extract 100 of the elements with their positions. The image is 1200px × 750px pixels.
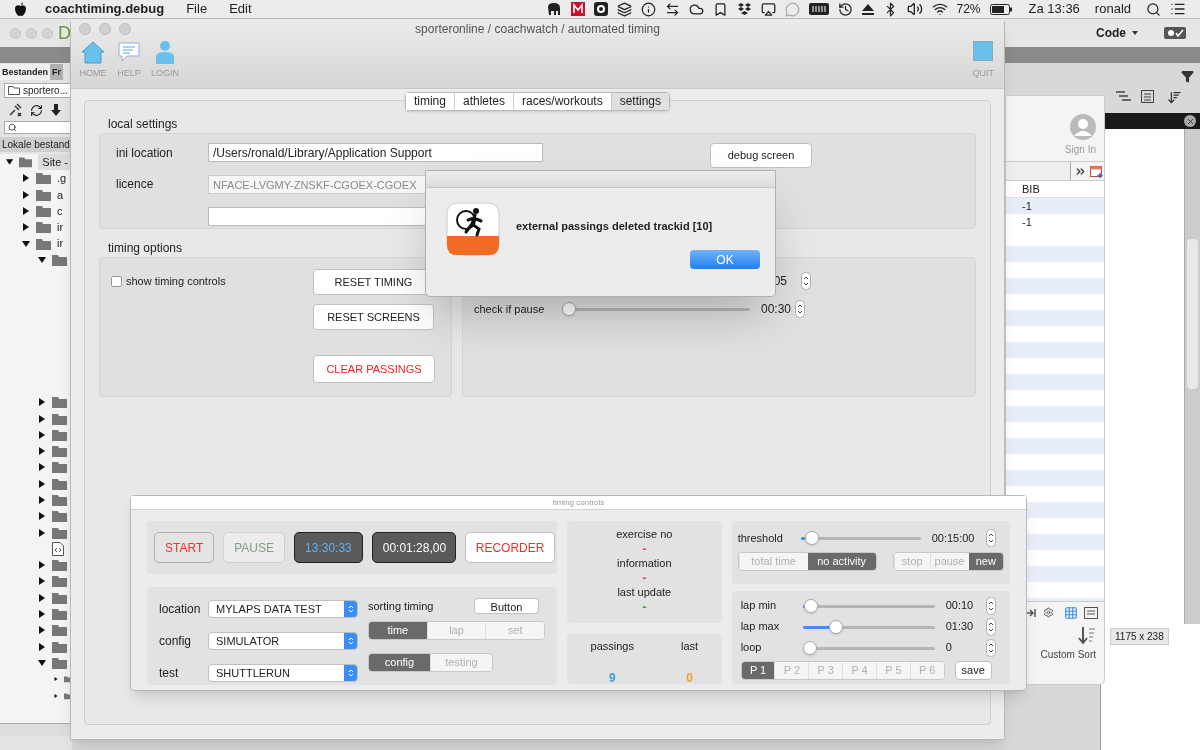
airplay-icon[interactable]	[760, 1, 776, 17]
panel-tab[interactable]: Bestanden	[0, 64, 50, 80]
slider-thumb[interactable]	[802, 640, 817, 655]
stepper-icon[interactable]	[801, 272, 811, 290]
generic-button[interactable]: Button	[474, 598, 539, 614]
cloud-icon[interactable]	[688, 1, 704, 17]
tree-item-label[interactable]: c	[57, 202, 63, 220]
slider[interactable]	[802, 598, 935, 613]
collapsed-arrow-icon[interactable]	[38, 398, 46, 407]
menu-item[interactable]: Edit	[229, 0, 252, 19]
stepper-icon[interactable]	[985, 596, 996, 615]
bookmark-icon[interactable]	[712, 1, 728, 17]
form-view-icon[interactable]	[1084, 606, 1098, 619]
control-button[interactable]: RECORDER	[464, 532, 556, 563]
refresh-icon[interactable]	[30, 103, 43, 117]
panel-tab[interactable]: Fr	[50, 64, 63, 80]
info-icon[interactable]	[640, 1, 656, 17]
calendar-add-icon[interactable]	[1090, 164, 1104, 178]
segment-button[interactable]: new	[968, 553, 1003, 570]
collapsed-arrow-icon[interactable]	[38, 496, 46, 504]
menu-item[interactable]: File	[186, 0, 208, 19]
align-icon[interactable]	[1115, 90, 1131, 102]
collapsed-arrow-icon[interactable]	[38, 642, 46, 651]
slider-thumb[interactable]	[804, 531, 819, 545]
custom-sort-label[interactable]: Custom Sort	[1040, 647, 1096, 662]
collapsed-arrow-icon[interactable]	[38, 577, 46, 586]
input-field[interactable]: /Users/ronald/Library/Application Support	[208, 143, 543, 163]
slider[interactable]	[562, 302, 750, 316]
settings-icon[interactable]	[1043, 607, 1054, 618]
volume-icon[interactable]	[906, 1, 923, 17]
checkbox[interactable]	[111, 276, 122, 287]
slider[interactable]	[802, 619, 935, 634]
tab[interactable]: timing	[405, 93, 454, 110]
keyboard-icon[interactable]	[808, 3, 829, 15]
collapsed-arrow-icon[interactable]	[22, 190, 30, 199]
collapsed-arrow-icon[interactable]	[22, 174, 30, 183]
debug-screen-button[interactable]: debug screen	[710, 143, 812, 168]
time-display[interactable]: 00:01:28,00	[371, 532, 456, 563]
select-arrows-icon[interactable]	[344, 633, 357, 649]
boxes-icon[interactable]	[736, 2, 752, 16]
select-arrows-icon[interactable]	[344, 601, 357, 617]
elephant-icon[interactable]	[545, 3, 562, 15]
search-field[interactable]	[4, 121, 72, 134]
collapsed-arrow-icon[interactable]	[38, 430, 46, 439]
m-square-icon[interactable]	[570, 2, 585, 16]
arrow-to-line-icon[interactable]	[1026, 607, 1037, 618]
action-button[interactable]: RESET SCREENS	[313, 304, 434, 330]
down-arrow-icon[interactable]	[51, 104, 61, 116]
tree-item-label[interactable]: ir	[57, 235, 64, 252]
collapsed-arrow-icon[interactable]	[38, 593, 46, 602]
arrows-icon[interactable]	[664, 1, 680, 17]
collapsed-arrow-icon[interactable]	[38, 528, 46, 537]
select-dropdown[interactable]: SHUTTLERUN	[208, 664, 358, 682]
scrollbar[interactable]	[1184, 129, 1200, 624]
collapsed-arrow-icon[interactable]	[22, 223, 30, 232]
select-dropdown[interactable]: SIMULATOR	[208, 632, 358, 650]
stepper-icon[interactable]	[795, 300, 805, 318]
site-dropdown[interactable]: sportero...	[4, 83, 72, 98]
clock-text[interactable]: Za 13:36	[1028, 0, 1080, 19]
tree-item-label[interactable]: a	[57, 186, 64, 203]
slider[interactable]	[800, 531, 921, 545]
segment-button[interactable]: no activity	[807, 553, 876, 570]
slider-thumb[interactable]	[562, 302, 576, 316]
collapsed-arrow-icon[interactable]	[38, 479, 46, 488]
tab[interactable]: races/workouts	[513, 93, 611, 110]
tab[interactable]: settings	[610, 93, 670, 110]
eject-icon[interactable]	[861, 3, 874, 15]
clock-history-icon[interactable]	[837, 1, 853, 17]
segment-button[interactable]: P 1	[741, 662, 775, 679]
code-menu[interactable]: Code	[1096, 24, 1126, 42]
stepper-icon[interactable]	[985, 638, 996, 657]
gear-check-icon[interactable]	[1164, 27, 1186, 39]
stepper-icon[interactable]	[985, 617, 996, 636]
expanded-arrow-icon[interactable]	[38, 255, 46, 264]
battery-icon[interactable]	[989, 3, 1012, 15]
sort-icon[interactable]	[1167, 90, 1182, 105]
select-arrows-icon[interactable]	[344, 665, 357, 681]
segment-button[interactable]: time	[369, 622, 427, 639]
stepper-icon[interactable]	[985, 529, 996, 547]
save-button[interactable]: save	[954, 661, 992, 680]
list-icon[interactable]	[1170, 1, 1186, 17]
filter-icon[interactable]	[1181, 70, 1194, 83]
tab[interactable]: athletes	[453, 93, 513, 110]
sort-lines-icon[interactable]	[1078, 627, 1096, 645]
collapsed-arrow-icon[interactable]	[38, 610, 46, 619]
wifi-icon[interactable]	[931, 1, 948, 17]
collapsed-arrow-icon[interactable]	[38, 512, 46, 521]
slider[interactable]	[802, 640, 935, 655]
tree-item-label[interactable]: Site -	[38, 153, 72, 171]
app-menu[interactable]: coachtiming.debug	[45, 0, 165, 19]
layers-icon[interactable]	[616, 1, 632, 17]
collapsed-arrow-icon[interactable]	[38, 626, 46, 635]
collapsed-arrow-icon[interactable]	[38, 561, 46, 570]
user-name[interactable]: ronald	[1094, 0, 1131, 19]
scrollbar[interactable]	[0, 723, 72, 736]
toolbar-field[interactable]	[1006, 162, 1071, 180]
collapsed-arrow-icon[interactable]	[38, 414, 46, 423]
expanded-arrow-icon[interactable]	[38, 658, 46, 667]
action-button[interactable]: CLEAR PASSINGS	[313, 355, 435, 383]
tree-item-label[interactable]: ir	[57, 219, 64, 236]
